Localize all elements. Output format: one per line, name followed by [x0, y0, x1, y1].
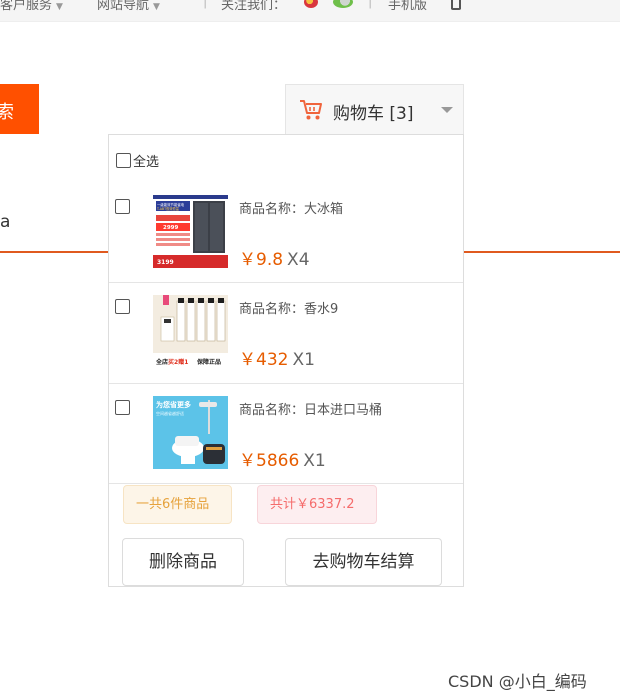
chevron-down-icon: ▼ — [56, 2, 63, 12]
item-name: 商品名称：日本进口马桶 — [239, 403, 383, 418]
item-price-value: ￥5866 — [239, 451, 300, 471]
nav-divider-right — [464, 251, 620, 253]
cart-dropdown: 全选 一级能效节能省电 T-ABT双效恒温 2999 3199 商品名称：大冰箱… — [108, 134, 464, 587]
nav-divider-left — [0, 251, 108, 253]
chevron-down-icon: ▼ — [153, 2, 160, 12]
item-name: 商品名称：香水9 — [239, 302, 339, 317]
search-button-label: 索 — [0, 102, 14, 123]
search-button[interactable]: 索 — [0, 84, 39, 134]
perfume-tag-1: 全店 — [155, 358, 168, 366]
wechat-icon[interactable] — [333, 0, 353, 8]
select-all-label: 全选 — [133, 155, 160, 170]
item-price: ￥5866 X1 — [239, 446, 326, 471]
fridge-bottom-text: 3199 — [157, 259, 174, 266]
checkout-button[interactable]: 去购物车结算 — [285, 538, 442, 586]
perfume-tag-2: 买2赠1 — [168, 358, 188, 366]
fridge-sub-text: T-ABT双效恒温 — [156, 206, 180, 211]
total-price-tag: 共计￥6337.2 — [257, 485, 377, 524]
item-checkbox[interactable] — [115, 299, 130, 314]
item-qty: X4 — [287, 250, 310, 270]
toilet-thumbnail[interactable]: 为您省更多 空间越省越舒适 — [153, 396, 228, 469]
cart-item: 为您省更多 空间越省越舒适 商品名称：日本进口马桶 ￥5866 X1 — [109, 383, 463, 484]
divider: | — [368, 0, 373, 9]
topbar-service-label: 客户服务 — [0, 0, 53, 13]
nav-text-fragment: a — [0, 212, 11, 232]
item-checkbox[interactable] — [115, 199, 130, 214]
cart-label: 购物车 [3] — [333, 104, 414, 124]
fridge-price-text: 2999 — [163, 225, 178, 231]
shopping-cart-icon — [300, 100, 322, 120]
topbar-site-nav[interactable]: 网站导航 ▼ — [97, 0, 160, 13]
item-price: ￥9.8 X4 — [239, 245, 310, 270]
item-price-value: ￥9.8 — [239, 250, 284, 270]
item-price-value: ￥432 — [239, 350, 289, 370]
topbar-follow-label: 关注我们： — [221, 0, 287, 13]
watermark: CSDN @小白_编码 — [448, 672, 587, 691]
select-all[interactable]: 全选 — [116, 151, 159, 170]
delete-items-button[interactable]: 删除商品 — [122, 538, 244, 586]
svg-text:全店买2赠1: 全店买2赠1 — [155, 358, 188, 366]
top-bar: 客户服务 ▼ 网站导航 ▼ | 关注我们： | 手机版 — [0, 0, 620, 22]
fridge-thumbnail[interactable]: 一级能效节能省电 T-ABT双效恒温 2999 3199 — [153, 195, 228, 268]
item-name: 商品名称：大冰箱 — [239, 202, 344, 217]
toilet-sub: 空间越省越舒适 — [156, 410, 184, 416]
cart-item: 一级能效节能省电 T-ABT双效恒温 2999 3199 商品名称：大冰箱 ￥9… — [109, 183, 463, 284]
chevron-down-icon — [441, 107, 453, 113]
divider — [109, 483, 463, 484]
topbar-mobile-label[interactable]: 手机版 — [388, 0, 427, 13]
item-price: ￥432 X1 — [239, 345, 315, 370]
perfume-tag-3: 保障正品 — [196, 358, 221, 366]
select-all-checkbox[interactable] — [116, 153, 131, 168]
cart-toggle[interactable]: 购物车 [3] — [285, 84, 464, 134]
topbar-site-nav-label: 网站导航 — [97, 0, 150, 13]
item-qty: X1 — [303, 451, 326, 471]
item-count-tag: 一共6件商品 — [123, 485, 232, 524]
item-checkbox[interactable] — [115, 400, 130, 415]
divider: | — [203, 0, 208, 9]
topbar-service[interactable]: 客户服务 ▼ — [0, 0, 63, 13]
item-qty: X1 — [292, 350, 315, 370]
weibo-icon[interactable] — [304, 0, 318, 8]
toilet-title: 为您省更多 — [156, 400, 191, 409]
perfume-thumbnail[interactable]: 全店买2赠1 保障正品 — [153, 295, 228, 368]
phone-icon — [451, 0, 461, 10]
cart-item: 全店买2赠1 保障正品 商品名称：香水9 ￥432 X1 — [109, 282, 463, 383]
